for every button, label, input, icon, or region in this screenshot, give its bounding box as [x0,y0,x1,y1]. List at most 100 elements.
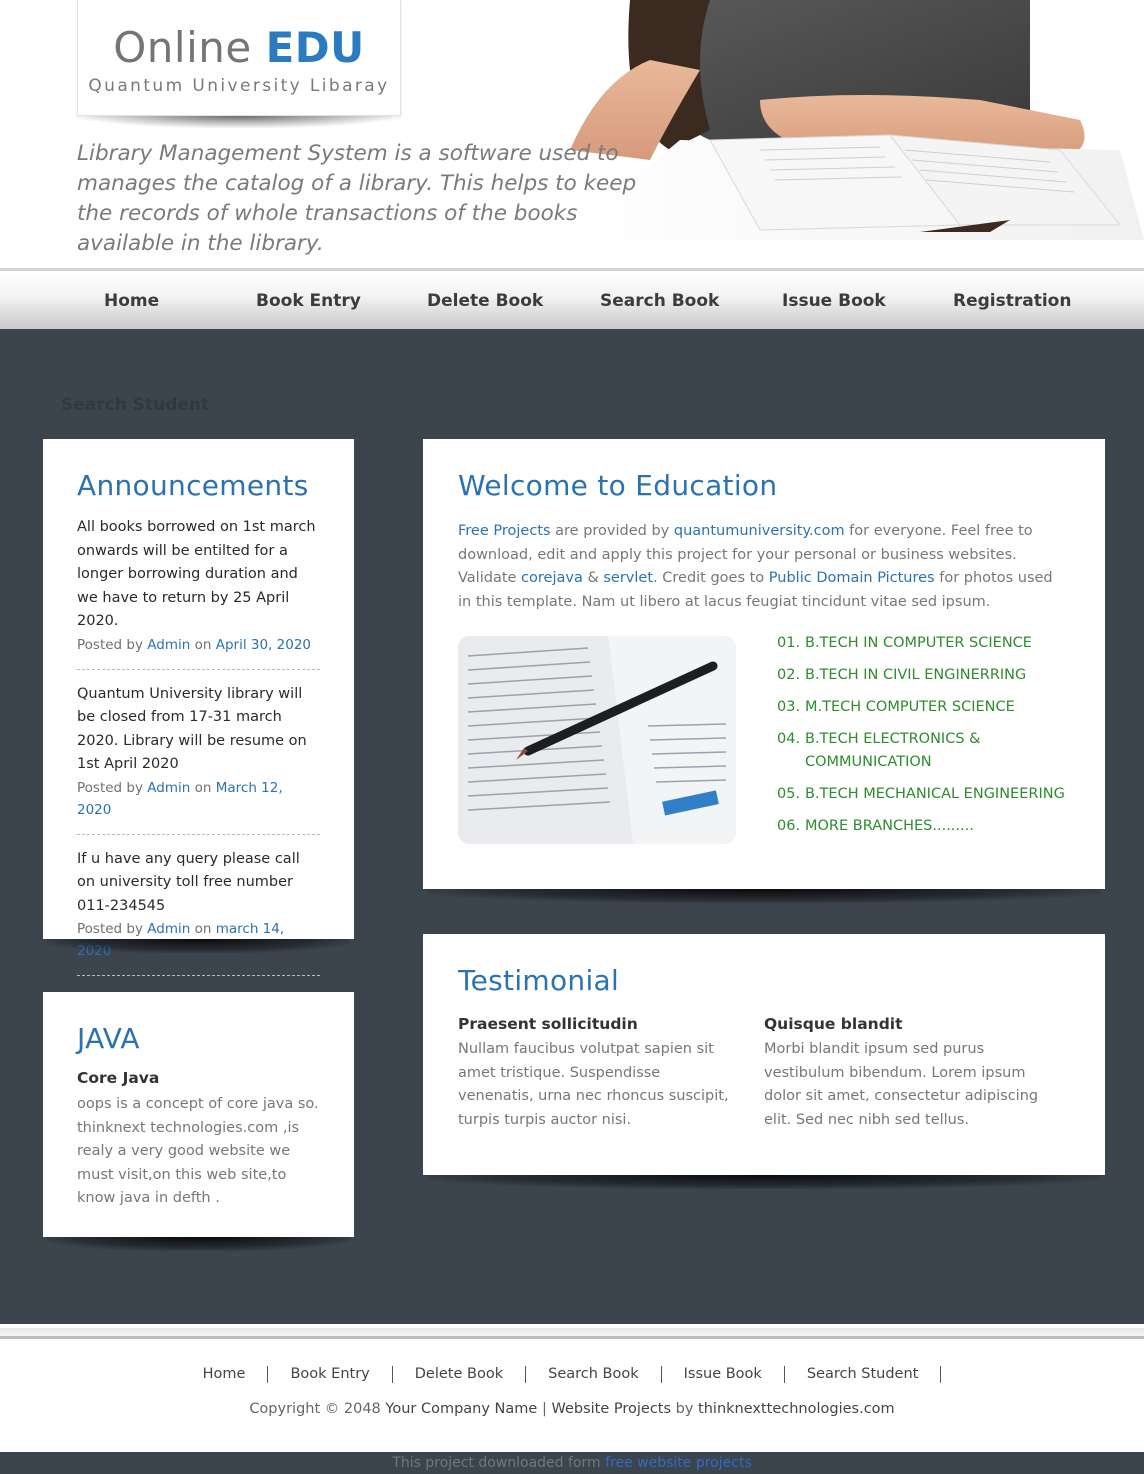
testimonial-name: Praesent sollicitudin [458,1015,638,1033]
testimonial-text: Nullam faucibus volutpat sapien sit amet… [458,1041,729,1128]
search-student-link[interactable]: Search Student [61,395,209,415]
panel-shadow [427,889,1101,903]
course-number: 02. [777,667,801,683]
course-item[interactable]: 05. B.TECH MECHANICAL ENGINEERING [777,783,1075,806]
nav-delete-book[interactable]: Delete Book [427,291,543,311]
posted-by-label: Posted by [77,921,143,937]
author-link[interactable]: Admin [147,637,190,653]
company-link[interactable]: Your Company Name [385,1401,537,1417]
nav-home[interactable]: Home [104,291,159,311]
header: Online EDU Quantum University Libaray Li… [0,0,1144,268]
course-item[interactable]: 04. B.TECH ELECTRONICS & COMMUNICATION [777,728,1075,774]
announcements-panel: Announcements All books borrowed on 1st … [43,439,354,976]
free-website-projects-link[interactable]: free website projects [605,1455,752,1471]
copyright-text: Copyright © 2048 [249,1401,386,1417]
main-nav: Home Book Entry Delete Book Search Book … [0,268,1144,329]
logo-card[interactable]: Online EDU Quantum University Libaray [77,0,401,116]
footer-links: Home Book Entry Delete Book Search Book Issu… [0,1366,1144,1383]
date-link[interactable]: April 30, 2020 [216,637,311,653]
java-panel: JAVA Core Java oops is a concept of core… [43,992,354,1237]
logo-title: Online EDU [78,22,400,74]
panel-shadow [427,1175,1101,1189]
course-label: B.TECH IN CIVIL ENGINERRING [805,667,1027,683]
footer-link-search-student[interactable]: Search Student [785,1366,942,1383]
course-label: B.TECH IN COMPUTER SCIENCE [805,635,1032,651]
student-reading-photo [560,0,1144,240]
announcement-meta: Posted by Admin on March 12, 2020 [77,777,320,821]
corejava-link[interactable]: corejava [521,570,583,586]
bottom-text: This project downloaded form [392,1455,606,1471]
logo-accent-text: EDU [265,23,365,72]
author-link[interactable]: Admin [147,921,190,937]
logo-shadow [86,116,392,128]
main-content: Search Student Announcements All books b… [0,329,1144,1324]
footer: Home Book Entry Delete Book Search Book Issu… [0,1324,1144,1452]
author-site-link[interactable]: thinknexttechnologies.com [698,1401,895,1417]
website-projects-link[interactable]: Website Projects [551,1401,671,1417]
intro-text: are provided by [550,523,674,539]
course-number: 04. [777,731,801,747]
separator: | [537,1401,552,1417]
welcome-title: Welcome to Education [458,469,778,502]
course-item[interactable]: 02. B.TECH IN CIVIL ENGINERRING [777,664,1075,687]
nav-issue-book[interactable]: Issue Book [782,291,886,311]
announcement-text: Quantum University library will be close… [77,685,307,773]
java-title: JAVA [77,1022,140,1055]
announcements-title: Announcements [77,469,309,502]
footer-divider [0,1336,1144,1339]
nav-registration[interactable]: Registration [953,291,1071,311]
open-book-pencil-image [458,636,736,844]
panel-shadow [47,939,350,953]
announcement-item: If u have any query please call on unive… [77,848,320,976]
footer-link-delete-book[interactable]: Delete Book [393,1366,527,1383]
posted-by-label: Posted by [77,779,143,796]
course-label: B.TECH MECHANICAL ENGINEERING [805,786,1065,802]
testimonial-item: Quisque blandit Morbi blandit ipsum sed … [764,1015,1046,1132]
testimonial-text: Morbi blandit ipsum sed purus vestibulum… [764,1041,1039,1128]
course-label: MORE BRANCHES......... [805,818,974,834]
nav-book-entry[interactable]: Book Entry [256,291,361,311]
announcement-item: Quantum University library will be close… [77,683,320,835]
course-item[interactable]: 01. B.TECH IN COMPUTER SCIENCE [777,632,1075,655]
course-item[interactable]: 06. MORE BRANCHES......... [777,815,1075,838]
logo-subtitle: Quantum University Libaray [88,76,390,96]
footer-link-issue-book[interactable]: Issue Book [662,1366,785,1383]
course-item[interactable]: 03. M.TECH COMPUTER SCIENCE [777,696,1075,719]
java-text: oops is a concept of core java so. think… [77,1096,319,1206]
intro-text: & [582,570,604,586]
tagline: Library Management System is a software … [77,141,637,256]
course-label: M.TECH COMPUTER SCIENCE [805,699,1015,715]
course-number: 06. [777,818,801,834]
announcement-text: All books borrowed on 1st march onwards … [77,519,316,629]
footer-link-search-book[interactable]: Search Book [526,1366,662,1383]
intro-text: . Credit goes to [653,570,769,586]
panel-shadow [47,1237,350,1251]
copyright: Copyright © 2048 Your Company Name | Web… [0,1401,1144,1417]
public-domain-pictures-link[interactable]: Public Domain Pictures [769,570,935,586]
author-link[interactable]: Admin [147,780,190,796]
java-subtitle: Core Java [77,1069,160,1087]
testimonial-title: Testimonial [458,964,620,997]
testimonial-item: Praesent sollicitudin Nullam faucibus vo… [458,1015,740,1132]
by-text: by [671,1401,699,1417]
announcement-item: All books borrowed on 1st march onwards … [77,516,320,670]
posted-by-label: Posted by [77,636,143,653]
logo-main-text: Online [113,23,252,72]
footer-link-home[interactable]: Home [203,1366,269,1383]
quantumuniversity-link[interactable]: quantumuniversity.com [674,523,845,539]
free-projects-link[interactable]: Free Projects [458,523,551,539]
course-number: 01. [777,635,801,651]
nav-search-book[interactable]: Search Book [600,291,719,311]
announcement-text: If u have any query please call on unive… [77,850,300,914]
on-label: on [194,636,212,653]
testimonial-name: Quisque blandit [764,1015,903,1033]
testimonial-panel: Testimonial Praesent sollicitudin Nullam… [423,934,1105,1175]
on-label: on [194,921,212,937]
footer-link-book-entry[interactable]: Book Entry [268,1366,393,1383]
servlet-link[interactable]: servlet [603,570,653,586]
course-list: 01. B.TECH IN COMPUTER SCIENCE 02. B.TECH … [777,632,1075,847]
welcome-panel: Welcome to Education Free Projects are p… [423,439,1105,889]
course-number: 03. [777,699,801,715]
welcome-intro: Free Projects are provided by quantumuni… [458,520,1070,614]
course-label: B.TECH ELECTRONICS & COMMUNICATION [805,731,981,770]
